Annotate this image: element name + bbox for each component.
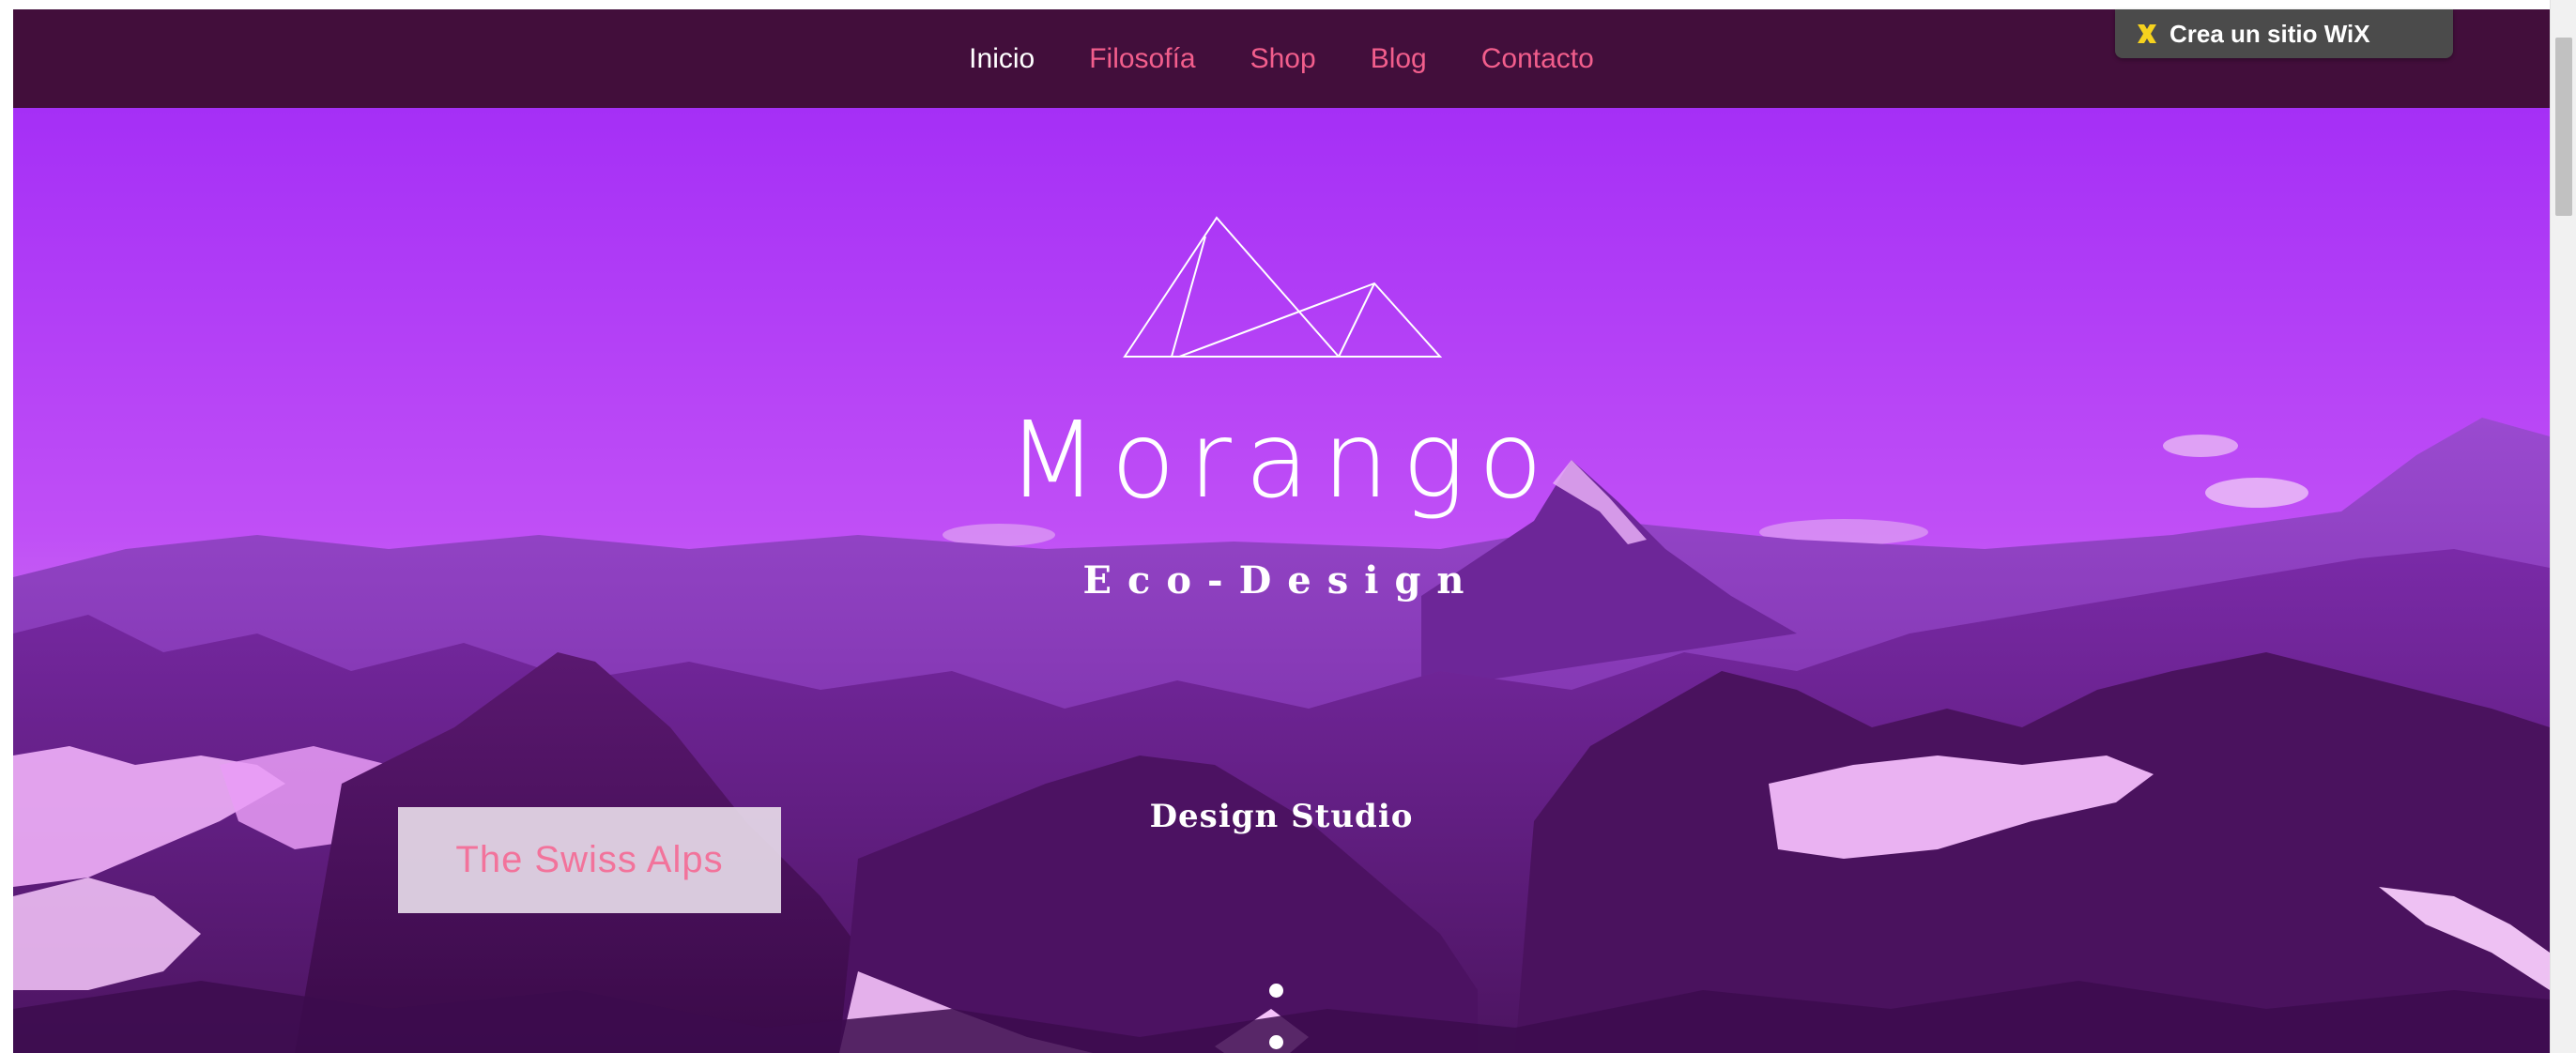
scrollbar-thumb[interactable]: [2555, 38, 2572, 216]
nav-item-filosofia[interactable]: Filosofía: [1062, 43, 1222, 75]
nav-item-inicio[interactable]: Inicio: [942, 43, 1062, 75]
slide-dot-1[interactable]: [1269, 984, 1283, 998]
hero-tagline: Design Studio: [1149, 798, 1414, 835]
brand-title: Morango: [1006, 400, 1556, 522]
nav-item-shop[interactable]: Shop: [1223, 43, 1343, 75]
wix-banner-label: Crea un sitio WiX: [2170, 19, 2370, 48]
wix-create-site-banner[interactable]: Crea un sitio WiX: [2115, 9, 2453, 58]
mountains-outline-logo-icon: [1123, 216, 1442, 358]
nav-item-contacto[interactable]: Contacto: [1454, 43, 1621, 75]
brand-subtitle: Eco-Design: [1082, 558, 1480, 603]
page: Inicio Filosofía Shop Blog Contacto Crea…: [0, 0, 2576, 1053]
wix-x-icon: [2134, 21, 2160, 47]
nav-item-blog[interactable]: Blog: [1343, 43, 1454, 75]
hero-slideshow: Morango Eco-Design Design Studio The Swi…: [13, 108, 2550, 1053]
slide-dot-2[interactable]: [1269, 1035, 1283, 1049]
slide-caption-box: The Swiss Alps: [398, 807, 781, 913]
slide-caption: The Swiss Alps: [455, 839, 724, 880]
page-scrollbar[interactable]: [2550, 0, 2576, 1053]
